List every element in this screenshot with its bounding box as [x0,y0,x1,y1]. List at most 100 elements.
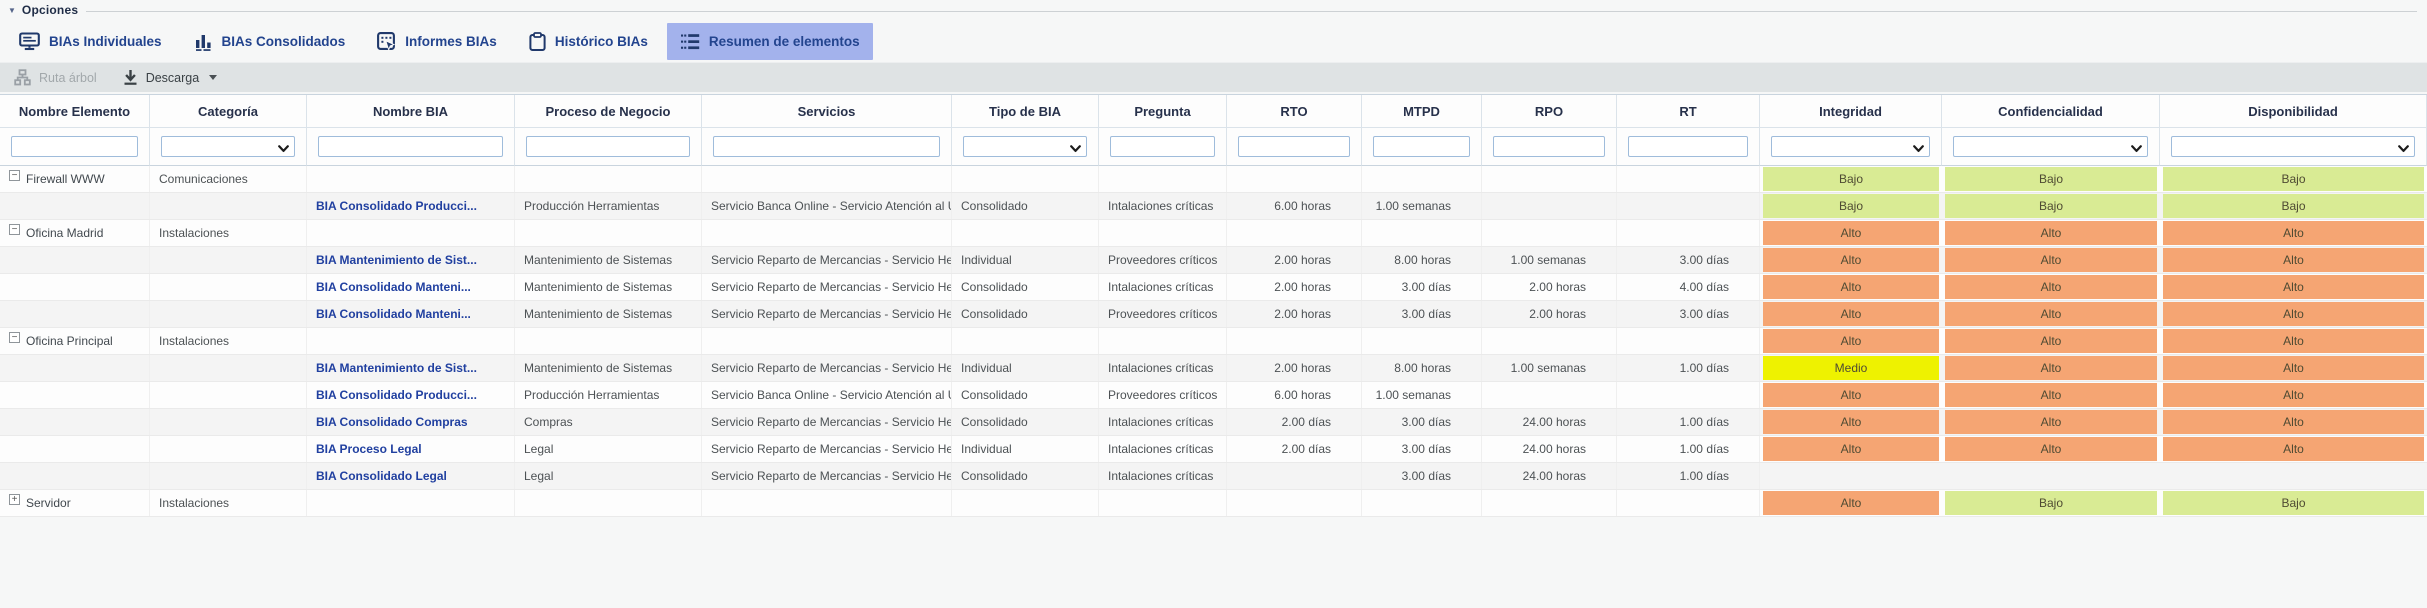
cell-pregunta [1099,328,1227,354]
filter-cell-rpo [1482,128,1617,166]
cell-mtpd: 3.00 días [1362,463,1482,489]
chevron-down-icon [2131,142,2142,156]
filter-input-mtpd[interactable] [1373,136,1470,157]
cell-rt [1617,193,1760,219]
rating-chip: Bajo [2163,167,2424,191]
element-name: Firewall WWW [26,172,105,186]
filter-input-nombre_elemento[interactable] [11,136,138,157]
tab-resumen-de-elementos[interactable]: Resumen de elementos [667,23,873,60]
tab-bias-individuales[interactable]: BIAs Individuales [6,23,175,60]
cell-mtpd: 3.00 días [1362,301,1482,327]
table-row-group: +ServidorInstalacionesAltoBajoBajo [0,490,2427,517]
cell-categoria [150,463,307,489]
bia-link[interactable]: BIA Mantenimiento de Sist... [316,361,477,375]
cell-nombre_elemento [0,436,150,462]
chevron-down-icon [1070,142,1081,156]
table-row-group: −Oficina PrincipalInstalacionesAltoAltoA… [0,328,2427,355]
filter-input-servicios[interactable] [713,136,940,157]
collapse-triangle-icon[interactable]: ▼ [8,6,16,15]
cell-mtpd: 3.00 días [1362,436,1482,462]
cell-pregunta [1099,490,1227,516]
cell-disponibilidad: Alto [2160,220,2427,246]
cell-confidencialidad: Alto [1942,382,2160,408]
cell-integridad: Bajo [1760,166,1942,192]
cell-confidencialidad: Bajo [1942,166,2160,192]
cell-nombre_bia: BIA Consolidado Compras [307,409,515,435]
cell-tipo: Individual [952,355,1099,381]
table-body: −Firewall WWWComunicacionesBajoBajoBajoB… [0,166,2427,517]
filter-cell-disponibilidad [2160,128,2427,166]
bia-link[interactable]: BIA Consolidado Manteni... [316,280,471,294]
cell-confidencialidad: Alto [1942,220,2160,246]
filter-input-proceso[interactable] [526,136,690,157]
cell-rt: 3.00 días [1617,301,1760,327]
cell-rt [1617,220,1760,246]
tab-historico-bias[interactable]: Histórico BIAs [516,23,661,60]
descarga-button[interactable]: Descarga [123,69,218,86]
cell-nombre_bia: BIA Mantenimiento de Sist... [307,355,515,381]
cell-rto [1227,328,1362,354]
cell-nombre_elemento: −Oficina Principal [0,328,150,354]
bia-link[interactable]: BIA Proceso Legal [316,442,422,456]
table-row: BIA Consolidado LegalLegalServicio Repar… [0,463,2427,490]
cell-integridad: Alto [1760,220,1942,246]
report-calendar-icon [377,32,396,51]
cell-tipo [952,220,1099,246]
filter-select-categoria[interactable] [161,136,295,157]
cell-categoria [150,409,307,435]
cell-disponibilidad: Alto [2160,274,2427,300]
cell-proceso [515,220,702,246]
cell-integridad: Alto [1760,247,1942,273]
cell-servicios: Servicio Reparto de Mercancias - Servici… [702,274,952,300]
cell-pregunta [1099,166,1227,192]
tab-label: BIAs Individuales [49,34,162,49]
bia-link[interactable]: BIA Consolidado Producci... [316,199,477,213]
tab-informes-bias[interactable]: Informes BIAs [364,23,510,60]
filter-input-rt[interactable] [1628,136,1748,157]
cell-disponibilidad [2160,463,2427,489]
cell-disponibilidad: Bajo [2160,166,2427,192]
column-header-confidencialidad: Confidencialidad [1942,95,2160,128]
chevron-down-icon [2398,142,2409,156]
expand-icon[interactable]: + [9,494,20,505]
options-panel-header: ▼ Opciones [0,0,2427,16]
filter-select-integridad[interactable] [1771,136,1930,157]
collapse-icon[interactable]: − [9,170,20,181]
bia-link[interactable]: BIA Consolidado Manteni... [316,307,471,321]
cell-rpo: 24.00 horas [1482,436,1617,462]
bia-link[interactable]: BIA Consolidado Legal [316,469,447,483]
filter-select-disponibilidad[interactable] [2171,136,2415,157]
cell-nombre_elemento [0,463,150,489]
chevron-down-icon [278,142,289,156]
cell-categoria [150,247,307,273]
table-header-row: Nombre ElementoCategoríaNombre BIAProces… [0,94,2427,128]
filter-input-pregunta[interactable] [1110,136,1215,157]
cell-servicios: Servicio Reparto de Mercancias - Servici… [702,463,952,489]
rating-chip: Alto [1763,437,1939,461]
cell-tipo: Consolidado [952,301,1099,327]
column-header-rt: RT [1617,95,1760,128]
tab-bias-consolidados[interactable]: BIAs Consolidados [181,23,359,60]
rating-chip: Alto [1945,329,2157,353]
filter-select-confidencialidad[interactable] [1953,136,2148,157]
cell-nombre_elemento [0,355,150,381]
rating-chip: Alto [2163,248,2424,272]
cell-proceso: Producción Herramientas [515,382,702,408]
cell-rt [1617,490,1760,516]
filter-select-tipo[interactable] [963,136,1087,157]
collapse-icon[interactable]: − [9,224,20,235]
cell-nombre_bia: BIA Consolidado Legal [307,463,515,489]
cell-proceso [515,166,702,192]
collapse-icon[interactable]: − [9,332,20,343]
cell-servicios: Servicio Reparto de Mercancias - Servici… [702,355,952,381]
filter-input-nombre_bia[interactable] [318,136,503,157]
cell-proceso [515,490,702,516]
cell-categoria: Instalaciones [150,220,307,246]
cell-confidencialidad: Alto [1942,436,2160,462]
bia-link[interactable]: BIA Mantenimiento de Sist... [316,253,477,267]
filter-input-rpo[interactable] [1493,136,1605,157]
toolbar: Ruta árbol Descarga [0,62,2427,92]
filter-input-rto[interactable] [1238,136,1350,157]
bia-link[interactable]: BIA Consolidado Compras [316,415,468,429]
bia-link[interactable]: BIA Consolidado Producci... [316,388,477,402]
